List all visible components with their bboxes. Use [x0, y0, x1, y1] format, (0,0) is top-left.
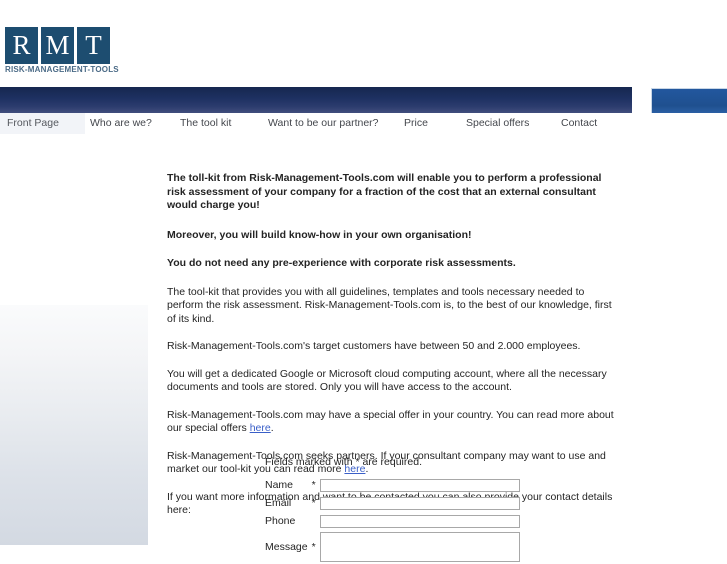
name-input[interactable]	[319, 478, 520, 492]
header-accent-block	[651, 88, 727, 113]
email-label: Email	[265, 497, 292, 509]
header-banner-band	[0, 87, 632, 113]
nav-list: Front Page Who are we? The tool kit Want…	[0, 113, 727, 134]
logo-tagline: RISK-MANAGEMENT-TOOLS	[5, 65, 119, 74]
intro-paragraph-2: Moreover, you will build know-how in you…	[167, 228, 472, 241]
nav-item-who-are-we[interactable]: Who are we?	[90, 113, 152, 134]
nav-item-contact[interactable]: Contact	[561, 113, 597, 134]
message-required-marker: *	[311, 541, 316, 553]
message-field-cell	[319, 530, 520, 564]
special-offers-link[interactable]: here	[250, 422, 271, 434]
nav-item-front-page[interactable]: Front Page	[0, 113, 85, 134]
name-label: Name	[265, 479, 294, 491]
required-fields-note: Fields marked with * are required.	[265, 456, 422, 468]
para-4-text-after: .	[270, 422, 274, 434]
logo-letter-m: M	[41, 27, 74, 64]
main-navigation: Front Page Who are we? The tool kit Want…	[0, 113, 727, 134]
form-row-name: Name *	[265, 476, 520, 494]
phone-required-marker	[308, 512, 320, 530]
name-field-cell	[319, 476, 520, 494]
message-label: Message	[265, 541, 308, 553]
form-row-message: Message *	[265, 530, 520, 564]
site-logo[interactable]: R M T RISK-MANAGEMENT-TOOLS	[5, 27, 119, 74]
para-4-text-before: Risk-Management-Tools.com may have a spe…	[167, 408, 614, 435]
nav-item-want-to-be-our-partner[interactable]: Want to be our partner?	[268, 113, 379, 134]
body-paragraph-3: You will get a dedicated Google or Micro…	[167, 367, 607, 394]
email-input[interactable]	[319, 496, 520, 510]
site-header: R M T RISK-MANAGEMENT-TOOLS	[0, 0, 727, 87]
message-textarea[interactable]	[319, 532, 520, 562]
logo-letter-r: R	[5, 27, 38, 64]
email-required-marker: *	[311, 497, 316, 509]
contact-form-table: Name * Email * Phone Message *	[265, 476, 520, 564]
nav-item-special-offers[interactable]: Special offers	[466, 113, 529, 134]
phone-label: Phone	[265, 515, 296, 527]
name-required-marker: *	[311, 479, 316, 491]
nav-item-the-tool-kit[interactable]: The tool kit	[180, 113, 231, 134]
body-paragraph-1: The tool-kit that provides you with all …	[167, 285, 612, 325]
logo-letter-t: T	[77, 27, 110, 64]
nav-item-price[interactable]: Price	[404, 113, 428, 134]
intro-paragraph-1: The toll-kit from Risk-Management-Tools.…	[167, 172, 602, 211]
body-paragraph-2: Risk-Management-Tools.com's target custo…	[167, 340, 581, 352]
intro-paragraph-3: You do not need any pre-experience with …	[167, 257, 516, 269]
phone-field-cell	[319, 512, 520, 530]
logo-squares: R M T	[5, 27, 117, 64]
form-row-phone: Phone	[265, 512, 520, 530]
form-row-email: Email *	[265, 494, 520, 512]
contact-form: Fields marked with * are required. Name …	[265, 456, 525, 564]
body-paragraph-4: Risk-Management-Tools.com may have a spe…	[167, 409, 619, 436]
email-field-cell	[319, 494, 520, 512]
phone-input[interactable]	[319, 514, 520, 528]
sidebar-decorative-panel	[0, 305, 148, 545]
